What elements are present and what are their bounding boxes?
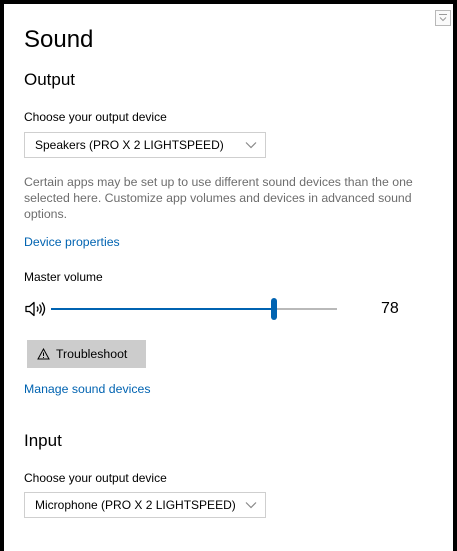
device-properties-link[interactable]: Device properties [24, 235, 120, 249]
input-device-dropdown[interactable]: Microphone (PRO X 2 LIGHTSPEED) [24, 492, 266, 518]
troubleshoot-button[interactable]: Troubleshoot [27, 340, 146, 368]
slider-thumb[interactable] [271, 298, 277, 320]
page-title: Sound [24, 26, 94, 53]
manage-sound-devices-link[interactable]: Manage sound devices [24, 382, 150, 396]
input-device-value: Microphone (PRO X 2 LIGHTSPEED) [35, 498, 236, 512]
warning-triangle-icon [37, 348, 50, 360]
sound-settings-panel: Sound Output Choose your output device S… [4, 4, 453, 551]
output-device-dropdown[interactable]: Speakers (PRO X 2 LIGHTSPEED) [24, 132, 266, 158]
collapse-button[interactable] [435, 10, 451, 26]
master-volume-slider[interactable] [51, 298, 337, 320]
slider-fill [51, 308, 274, 310]
output-device-label: Choose your output device [24, 110, 167, 124]
output-device-value: Speakers (PRO X 2 LIGHTSPEED) [35, 138, 224, 152]
output-heading: Output [24, 70, 76, 89]
master-volume-label: Master volume [24, 270, 103, 284]
chevron-down-icon [245, 502, 257, 509]
input-device-label: Choose your output device [24, 471, 167, 485]
output-description: Certain apps may be set up to use differ… [24, 175, 413, 221]
input-heading: Input [24, 431, 62, 450]
troubleshoot-label: Troubleshoot [56, 347, 128, 361]
chevron-down-icon [245, 142, 257, 149]
speaker-volume-icon[interactable] [25, 301, 47, 317]
collapse-icon [439, 14, 447, 22]
master-volume-value: 78 [381, 300, 399, 317]
